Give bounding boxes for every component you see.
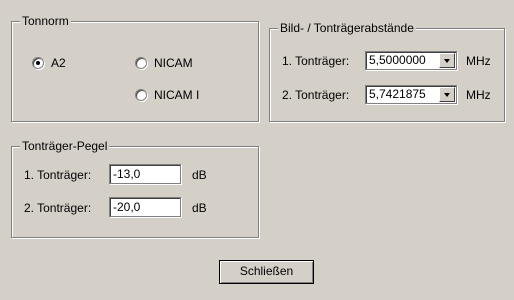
abstand-2-unit: MHz xyxy=(466,88,491,102)
radio-nicam-i-label[interactable]: NICAM I xyxy=(154,87,199,103)
radio-a2[interactable] xyxy=(32,57,44,69)
abstand-2-label: 2. Tonträger: xyxy=(282,88,350,102)
pegel-1-label: 1. Tonträger: xyxy=(24,168,92,182)
abstand-2-dropdown-button[interactable] xyxy=(439,87,455,102)
traegerabstaende-title: Bild- / Tonträgerabstände xyxy=(278,21,416,36)
abstand-1-value: 5,5000000 xyxy=(369,53,426,67)
abstand-2-select[interactable]: 5,7421875 xyxy=(365,85,457,104)
tonnorm-group: Tonnorm A2 NICAM NICAM I xyxy=(11,14,259,122)
chevron-down-icon xyxy=(444,93,450,97)
pegel-1-unit: dB xyxy=(192,168,207,182)
traegerabstaende-group: Bild- / Tonträgerabstände 1. Tonträger: … xyxy=(269,21,505,122)
pegel-2-unit: dB xyxy=(192,201,207,215)
radio-nicam[interactable] xyxy=(135,57,147,69)
radio-a2-selected-dot xyxy=(36,61,40,65)
radio-a2-label[interactable]: A2 xyxy=(51,55,66,71)
abstand-1-dropdown-button[interactable] xyxy=(439,53,455,68)
abstand-1-label: 1. Tonträger: xyxy=(282,54,350,68)
tonnorm-title: Tonnorm xyxy=(20,14,71,29)
abstand-1-select[interactable]: 5,5000000 xyxy=(365,51,457,70)
pegel-2-input[interactable]: -20,0 xyxy=(109,197,181,217)
abstand-2-value: 5,7421875 xyxy=(369,87,426,101)
pegel-2-label: 2. Tonträger: xyxy=(24,201,92,215)
pegel-2-value: -20,0 xyxy=(113,200,141,214)
radio-nicam-label[interactable]: NICAM xyxy=(154,55,193,71)
pegel-1-value: -13,0 xyxy=(113,167,141,181)
pegel-title: Tonträger-Pegel xyxy=(20,139,110,154)
close-button[interactable]: Schließen xyxy=(219,260,314,284)
abstand-1-unit: MHz xyxy=(466,54,491,68)
chevron-down-icon xyxy=(444,59,450,63)
close-button-label: Schließen xyxy=(239,264,294,278)
radio-nicam-i[interactable] xyxy=(135,89,147,101)
pegel-1-input[interactable]: -13,0 xyxy=(109,164,181,184)
pegel-group: Tonträger-Pegel 1. Tonträger: -13,0 dB 2… xyxy=(11,139,259,238)
